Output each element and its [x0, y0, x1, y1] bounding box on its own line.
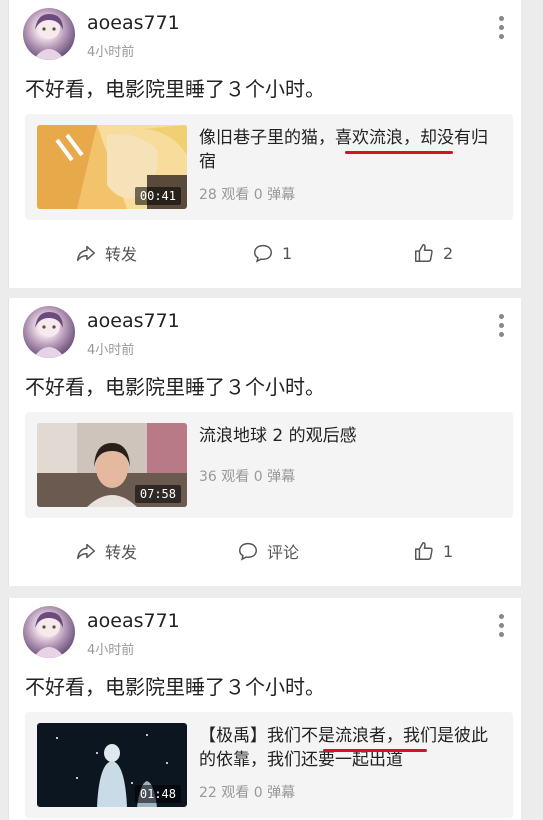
video-thumbnail[interactable]: 01:48 [37, 723, 187, 807]
username[interactable]: aoeas771 [87, 610, 180, 632]
video-title[interactable]: 流浪地球 2 的观后感 [199, 424, 499, 448]
comment-button[interactable]: 1 [252, 235, 292, 271]
post: aoeas771 4小时前 不好看，电影院里睡了３个小时。 01:48 【极禹】… [8, 598, 521, 820]
avatar-image [33, 312, 65, 358]
post: aoeas771 4小时前 不好看，电影院里睡了３个小时。 00:41 像旧巷子… [8, 0, 521, 288]
post-text: 不好看，电影院里睡了３个小时。 [25, 675, 325, 699]
video-stats: 28 观看 0 弹幕 [199, 187, 296, 203]
post: aoeas771 4小时前 不好看，电影院里睡了３个小时。 07:58 流浪地球… [8, 298, 521, 586]
post-text: 不好看，电影院里睡了３个小时。 [25, 375, 325, 399]
avatar[interactable] [23, 306, 75, 358]
username[interactable]: aoeas771 [87, 12, 180, 34]
comment-count: 1 [282, 243, 293, 263]
video-stats: 22 观看 0 弹幕 [199, 785, 296, 801]
video-duration: 07:58 [134, 485, 181, 503]
post-actions: 转发 1 2 [9, 235, 521, 271]
video-duration: 00:41 [134, 187, 181, 205]
video-card[interactable]: 07:58 流浪地球 2 的观后感 36 观看 0 弹幕 [25, 412, 513, 518]
username[interactable]: aoeas771 [87, 310, 180, 332]
highlight-underline [323, 749, 427, 752]
like-button[interactable]: 1 [413, 533, 453, 569]
avatar[interactable] [23, 606, 75, 658]
more-vertical-icon[interactable] [499, 614, 505, 638]
feed: aoeas771 4小时前 不好看，电影院里睡了３个小时。 00:41 像旧巷子… [0, 0, 543, 820]
post-time: 4小时前 [87, 643, 135, 658]
post-time: 4小时前 [87, 45, 135, 60]
comment-bubble-icon [239, 542, 257, 561]
video-thumbnail[interactable]: 00:41 [37, 125, 187, 209]
post-text: 不好看，电影院里睡了３个小时。 [25, 77, 325, 101]
highlight-underline [345, 151, 453, 154]
comment-label: 评论 [267, 543, 300, 562]
video-thumbnail[interactable]: 07:58 [37, 423, 187, 507]
video-stats: 36 观看 0 弹幕 [199, 469, 296, 485]
avatar-image [33, 14, 65, 60]
thumbs-up-icon [415, 542, 433, 560]
share-arrow-icon [77, 543, 95, 560]
comment-button[interactable]: 评论 [237, 533, 299, 569]
video-card[interactable]: 00:41 像旧巷子里的猫，喜欢流浪，却没有归宿 28 观看 0 弹幕 [25, 114, 513, 220]
share-button[interactable]: 转发 [75, 235, 137, 271]
post-time: 4小时前 [87, 343, 135, 358]
avatar-image [33, 612, 65, 658]
share-label: 转发 [105, 245, 138, 264]
like-count: 1 [443, 541, 454, 561]
video-title[interactable]: 像旧巷子里的猫，喜欢流浪，却没有归宿 [199, 126, 499, 174]
post-actions: 转发 评论 1 [9, 533, 521, 569]
share-arrow-icon [77, 245, 95, 262]
avatar[interactable] [23, 8, 75, 60]
share-label: 转发 [105, 543, 138, 562]
thumbs-up-icon [415, 244, 433, 262]
like-button[interactable]: 2 [413, 235, 453, 271]
share-button[interactable]: 转发 [75, 533, 137, 569]
video-card[interactable]: 01:48 【极禹】我们不是流浪者，我们是彼此的依靠，我们还要一起出道 22 观… [25, 712, 513, 818]
more-vertical-icon[interactable] [499, 314, 505, 338]
video-duration: 01:48 [134, 785, 181, 803]
like-count: 2 [443, 243, 454, 263]
video-title[interactable]: 【极禹】我们不是流浪者，我们是彼此的依靠，我们还要一起出道 [199, 724, 499, 772]
comment-bubble-icon [254, 244, 272, 263]
more-vertical-icon[interactable] [499, 16, 505, 40]
